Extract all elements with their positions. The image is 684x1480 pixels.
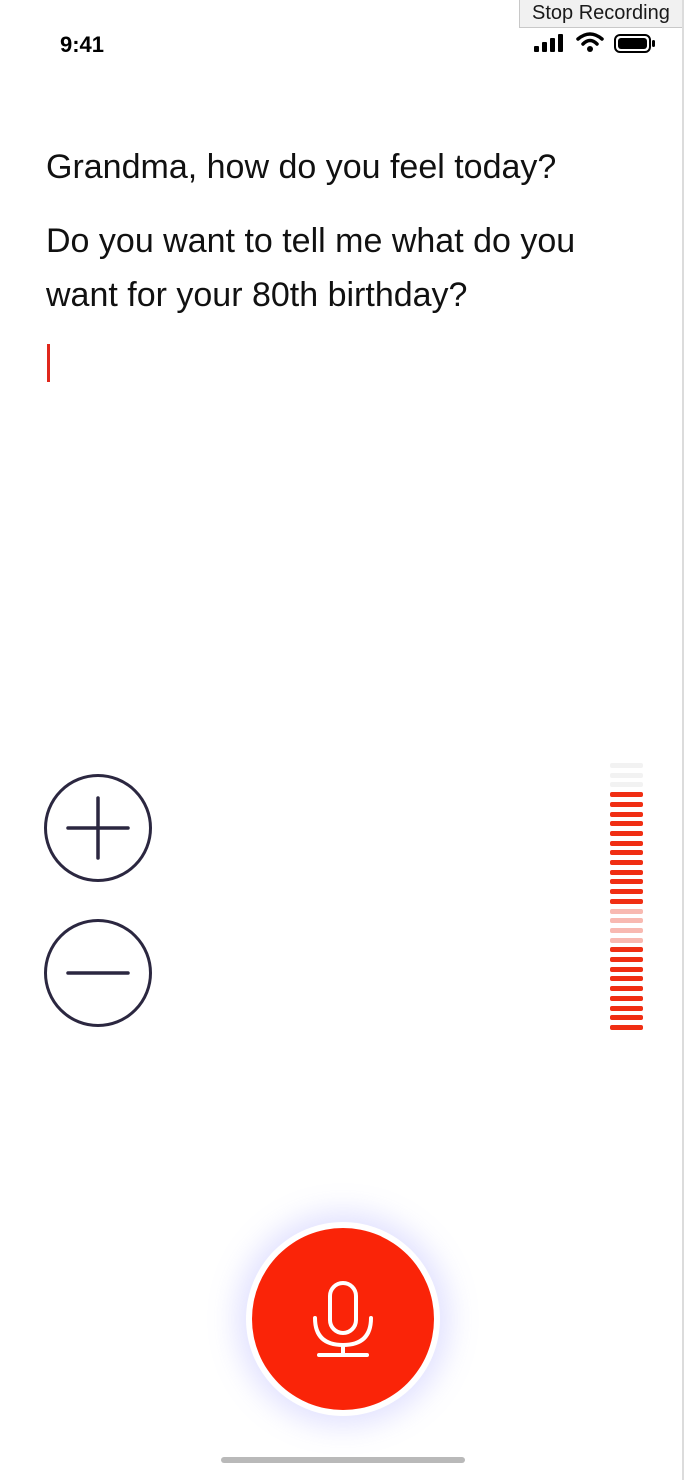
level-meter-segment xyxy=(610,918,643,924)
level-meter-segment xyxy=(610,879,643,885)
zoom-in-button[interactable] xyxy=(44,774,152,882)
level-meter-segment xyxy=(610,782,643,788)
level-meter-segment xyxy=(610,830,643,836)
level-meter-segment xyxy=(610,1015,643,1021)
signal-icon xyxy=(534,34,563,52)
level-meter-segment xyxy=(610,927,643,933)
level-meter-segment xyxy=(610,976,643,982)
level-meter-segment xyxy=(610,801,643,807)
level-meter-segment xyxy=(610,889,643,895)
transcript-line-2: Do you want to tell me what do you want … xyxy=(46,222,576,314)
plus-icon xyxy=(66,796,130,860)
level-meter-segment xyxy=(610,947,643,953)
transcript: Grandma, how do you feel today? Do you w… xyxy=(46,140,646,342)
microphone-icon xyxy=(313,1281,373,1357)
level-meter-segment xyxy=(610,957,643,962)
level-meter-segment xyxy=(610,840,643,846)
level-meter-segment xyxy=(610,1024,643,1030)
wifi-icon xyxy=(576,32,604,52)
level-meter-segment xyxy=(610,821,643,827)
zoom-out-button[interactable] xyxy=(44,919,152,1027)
home-indicator xyxy=(221,1457,465,1463)
level-meter-segment xyxy=(610,995,643,1001)
level-meter-segment xyxy=(610,860,643,865)
level-meter-segment xyxy=(610,1005,643,1011)
minus-icon xyxy=(66,971,130,975)
level-meter-segment xyxy=(610,850,643,856)
transcript-line-1: Grandma, how do you feel today? xyxy=(46,148,557,186)
status-icons xyxy=(534,32,658,56)
level-meter-segment xyxy=(610,772,643,778)
battery-icon xyxy=(614,34,655,53)
recording-screen: Stop Recording 9:41 Grandma, how do you … xyxy=(0,0,684,1480)
level-meter-segment xyxy=(610,966,643,972)
level-meter-segment xyxy=(610,937,643,943)
level-meter-segment xyxy=(610,869,643,875)
level-meter-segment xyxy=(610,811,643,817)
level-meter-segment xyxy=(610,763,643,768)
level-meter-segment xyxy=(610,986,643,992)
audio-level-meter xyxy=(610,763,643,1035)
level-meter-segment xyxy=(610,908,643,914)
level-meter-segment xyxy=(610,792,643,798)
stop-recording-button[interactable]: Stop Recording xyxy=(519,0,684,28)
text-caret xyxy=(47,344,50,382)
status-time: 9:41 xyxy=(60,32,105,57)
level-meter-segment xyxy=(610,898,643,904)
record-button[interactable] xyxy=(252,1228,434,1410)
